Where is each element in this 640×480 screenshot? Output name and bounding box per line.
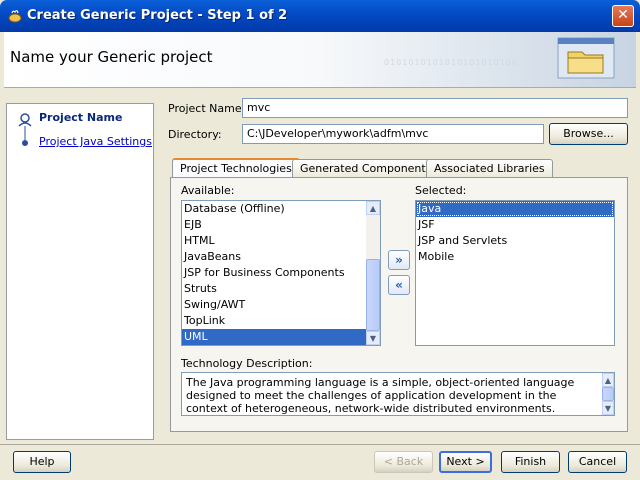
tab-generated-components[interactable]: Generated Components	[292, 159, 440, 178]
description-scrollbar[interactable]: ▲ ▼	[602, 373, 614, 415]
directory-label: Directory:	[168, 128, 222, 141]
available-list-item[interactable]: Swing/AWT	[182, 297, 380, 313]
page-title: Name your Generic project	[10, 48, 213, 66]
directory-input[interactable]: C:\JDeveloper\mywork\adfm\mvc	[242, 124, 544, 144]
technology-description-body: The Java programming language is a simpl…	[186, 376, 575, 415]
selected-list-item[interactable]: JSP and Servlets	[416, 233, 614, 249]
step-project-name[interactable]: Project Name	[39, 111, 122, 124]
selected-list-item[interactable]: JSF	[416, 217, 614, 233]
wizard-steps-panel: Project Name Project Java Settings	[6, 103, 154, 440]
available-list-item[interactable]: UML	[182, 329, 380, 345]
project-name-label: Project Name:	[168, 102, 246, 115]
title-bar[interactable]: Create Generic Project - Step 1 of 2 ✕	[0, 0, 640, 32]
available-list-item[interactable]: HTML	[182, 233, 380, 249]
selected-label: Selected:	[415, 184, 467, 197]
available-list-item[interactable]: JSP for Business Components	[182, 265, 380, 281]
help-button[interactable]: Help	[13, 451, 71, 473]
available-label: Available:	[181, 184, 235, 197]
tab-project-technologies[interactable]: Project Technologies	[172, 158, 300, 178]
available-list-item[interactable]: TopLink	[182, 313, 380, 329]
wizard-header: Name your Generic project 01010101010101…	[4, 32, 636, 88]
cancel-button[interactable]: Cancel	[568, 451, 627, 473]
available-list[interactable]: Database (Offline) EJB HTML JavaBeans JSP fo…	[181, 200, 381, 346]
available-list-item[interactable]: Struts	[182, 281, 380, 297]
scroll-down-icon[interactable]: ▼	[602, 401, 614, 415]
back-button[interactable]: < Back	[374, 451, 433, 473]
scroll-up-icon[interactable]: ▲	[602, 373, 614, 387]
close-button[interactable]: ✕	[612, 5, 634, 27]
header-binary-decoration: 0101010101010101010100	[384, 58, 518, 67]
finish-button[interactable]: Finish	[501, 451, 560, 473]
available-scrollbar[interactable]: ▲ ▼	[366, 201, 380, 345]
available-list-item[interactable]: EJB	[182, 217, 380, 233]
scroll-down-icon[interactable]: ▼	[366, 331, 380, 345]
step-indicator-icon	[18, 113, 32, 146]
scroll-thumb[interactable]	[366, 259, 380, 331]
window-title: Create Generic Project - Step 1 of 2	[27, 8, 288, 23]
add-technology-button[interactable]: »	[388, 250, 410, 270]
scroll-up-icon[interactable]: ▲	[366, 201, 380, 215]
available-list-item[interactable]: JavaBeans	[182, 249, 380, 265]
scroll-thumb[interactable]	[602, 387, 614, 401]
selected-list-item[interactable]: Mobile	[416, 249, 614, 265]
app-icon	[8, 10, 22, 23]
technology-description-label: Technology Description:	[181, 357, 313, 370]
wizard-footer: Help < Back Next > Finish Cancel	[0, 445, 640, 480]
project-name-input[interactable]: mvc	[242, 98, 628, 118]
remove-technology-button[interactable]: «	[388, 275, 410, 295]
step-project-java-settings[interactable]: Project Java Settings	[39, 135, 152, 148]
technology-description-text: The Java programming language is a simpl…	[181, 372, 615, 416]
next-button[interactable]: Next >	[439, 451, 492, 473]
available-list-item[interactable]: Database (Offline)	[182, 201, 380, 217]
selected-list-item[interactable]: Java	[416, 201, 614, 217]
selected-list[interactable]: Java JSF JSP and Servlets Mobile	[415, 200, 615, 346]
browse-button[interactable]: Browse...	[549, 123, 628, 145]
tab-associated-libraries[interactable]: Associated Libraries	[426, 159, 553, 178]
folder-icon	[557, 37, 615, 79]
